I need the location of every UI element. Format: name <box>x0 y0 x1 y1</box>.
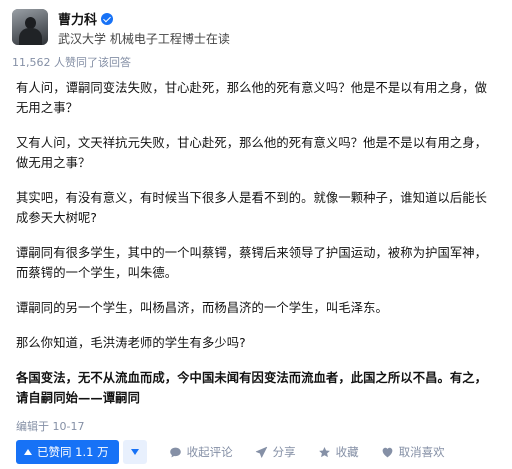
like-button[interactable]: 取消喜欢 <box>381 440 445 464</box>
quote-paragraph: 各国变法，无不从流血而成，今中国未闻有因变法而流血者，此国之所以不昌。有之，请自… <box>16 371 488 405</box>
like-label: 取消喜欢 <box>398 445 445 459</box>
share-button[interactable]: 分享 <box>255 440 296 464</box>
comment-icon <box>169 447 181 457</box>
caret-up-icon <box>24 449 32 455</box>
star-icon <box>318 446 330 457</box>
collect-comments-label: 收起评论 <box>186 445 233 459</box>
avatar[interactable] <box>12 9 48 45</box>
caret-down-icon <box>130 449 139 455</box>
author-info: 曹力科 武汉大学 机械电子工程博士在读 <box>58 8 230 47</box>
answer-card: 曹力科 武汉大学 机械电子工程博士在读 11,562 人赞同了该回答 <box>12 8 500 70</box>
edited-time[interactable]: 编辑于 10-17 <box>16 418 84 434</box>
author-name[interactable]: 曹力科 <box>58 9 97 28</box>
action-bar: 已赞同 1.1 万 收起评论 分享 收藏 取消喜欢 <box>16 440 445 464</box>
paragraph: 那么你知道，毛洪涛老师的学生有多少吗? <box>16 336 246 350</box>
paragraph: 又有人问，文天祥抗元失败，甘心赴死，那么他的死有意义吗？他是不是以有用之身，做无… <box>16 136 488 170</box>
favorite-label: 收藏 <box>335 445 359 459</box>
answer-content: 有人问，谭嗣同变法失败，甘心赴死，那么他的死有意义吗？他是不是以有用之身，做无用… <box>16 78 490 423</box>
agree-button[interactable]: 已赞同 1.1 万 <box>16 440 119 464</box>
disagree-button[interactable] <box>122 440 147 464</box>
paragraph: 其实吧，有没有意义，有时候当下很多人是看不到的。就像一颗种子，谁知道以后能长成参… <box>16 191 488 225</box>
agree-count-meta: 11,562 人赞同了该回答 <box>12 56 131 69</box>
agree-label: 已赞同 1.1 万 <box>37 445 109 459</box>
paragraph: 谭嗣同的另一个学生，叫杨昌济，而杨昌济的一个学生，叫毛泽东。 <box>16 301 388 315</box>
share-icon <box>255 446 267 458</box>
paragraph: 有人问，谭嗣同变法失败，甘心赴死，那么他的死有意义吗？他是不是以有用之身，做无用… <box>16 81 488 115</box>
author-block: 曹力科 武汉大学 机械电子工程博士在读 <box>12 8 500 48</box>
verified-badge-icon <box>101 12 114 25</box>
paragraph: 谭嗣同有很多学生，其中的一个叫蔡锷，蔡锷后来领导了护国运动，被称为护国军神，而蔡… <box>16 246 488 280</box>
favorite-button[interactable]: 收藏 <box>318 440 359 464</box>
share-label: 分享 <box>272 445 296 459</box>
heart-icon <box>382 447 392 457</box>
collect-comments-button[interactable]: 收起评论 <box>169 440 233 464</box>
author-headline: 武汉大学 机械电子工程博士在读 <box>58 32 230 46</box>
